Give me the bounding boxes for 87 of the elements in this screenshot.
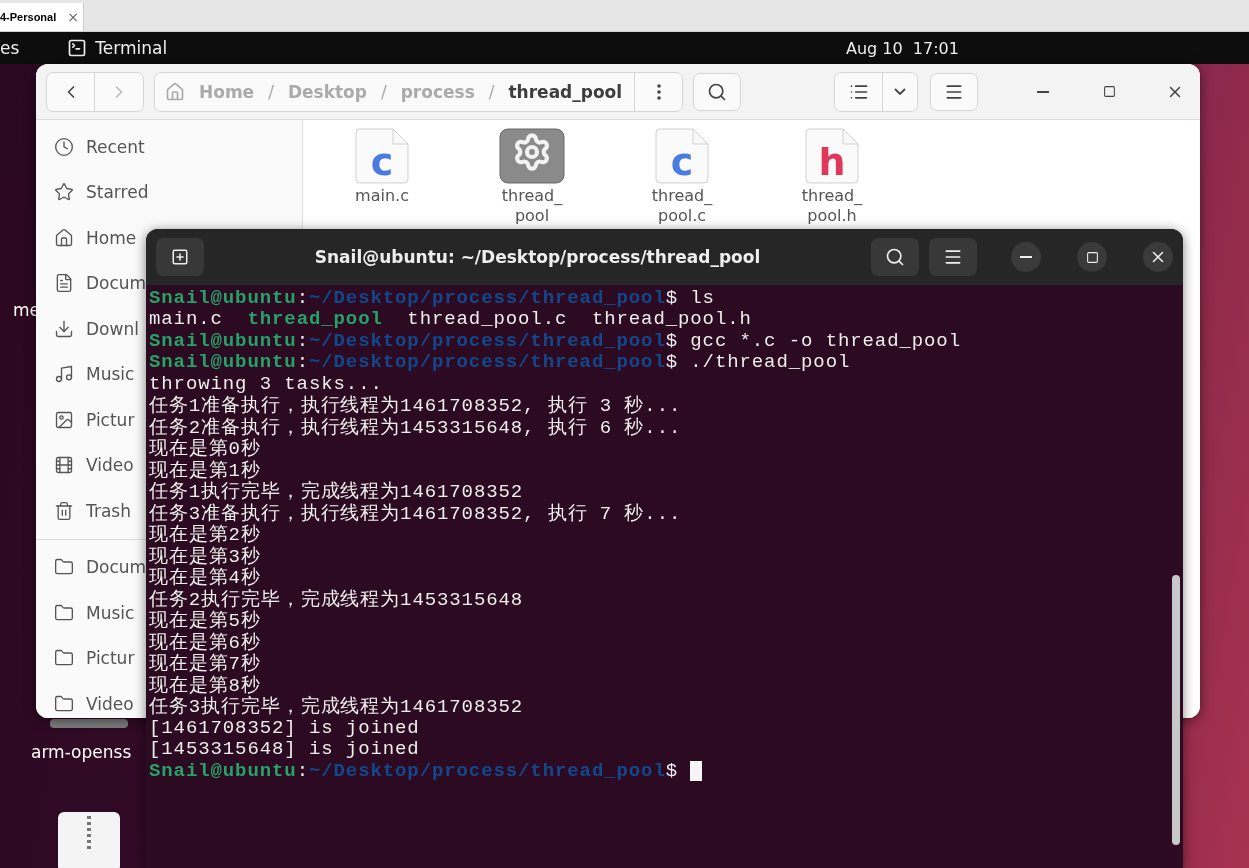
file-name[interactable]: main.c [355,186,409,206]
sidebar-icon [54,136,74,157]
menu-button[interactable] [929,238,977,276]
terminal-line: main.c thread_pool thread_pool.c thread_pool.h [149,308,753,330]
sidebar-icon [54,364,74,385]
sidebar-item[interactable]: Home [86,227,137,248]
terminal-line: 现在是第4秒 [149,566,261,588]
file-name[interactable]: thread_pool.c [650,186,714,226]
sidebar-item[interactable]: Recent [86,136,145,157]
path-separator: / [380,81,387,102]
terminal-line: 任务2执行完毕，完成线程为1453315648 [149,588,525,610]
sidebar-icon [54,318,74,339]
sidebar-item[interactable]: Starred [86,182,149,203]
sidebar-icon [54,273,74,294]
file-name[interactable]: thread_pool.h [800,186,864,226]
terminal-line: throwing 3 tasks... [149,373,384,395]
terminal-line: Snail@ubuntu:~/Desktop/process/thread_pool$ ./thread_pool [149,351,852,373]
terminal-line: Snail@ubuntu:~/Desktop/process/thread_pool$ ls [149,287,716,309]
terminal-line: 任务1执行完毕，完成线程为1461708352 [149,480,525,502]
kebab-icon [656,83,661,100]
path-separator: / [488,81,495,102]
file-name[interactable]: thread_pool [500,186,564,226]
terminal-line: 现在是第0秒 [149,437,262,459]
menu-icon [943,247,963,267]
home-icon [165,81,185,102]
sidebar-item[interactable]: Pictur [86,409,135,430]
sidebar-item[interactable]: Docum [86,557,147,578]
terminal-icon [67,38,88,58]
terminal-line: 现在是第7秒 [149,652,262,674]
activities-button[interactable]: es [0,38,20,58]
sidebar-item[interactable]: Music [86,602,135,623]
sidebar-item[interactable]: Pictur [86,648,135,669]
close-button[interactable] [1143,242,1173,272]
sidebar-item[interactable]: Docum [86,273,147,294]
path-separator: / [268,81,274,102]
minimize-icon [1020,256,1032,258]
terminal-line: 现在是第5秒 [149,609,262,631]
terminal-line: 任务1准备执行，执行线程为1461708352, 执行 3 秒... [149,394,683,416]
terminal-line: 现在是第6秒 [149,631,262,653]
browser-tab[interactable]: 4-Personal × [0,3,84,31]
document-icon: c [355,128,409,184]
scrollbar-thumb[interactable] [1172,575,1180,845]
new-tab-button[interactable] [156,238,204,276]
clock[interactable]: Aug 10 17:01 [846,38,959,58]
desktop-icon-label: arm-openss [31,742,132,762]
terminal-line: [1461708352] is joined [149,717,421,739]
terminal-line: 任务3执行完毕，完成线程为1461708352 [149,695,525,717]
sidebar-icon [54,182,74,203]
tab-label: 4-Personal [0,11,57,23]
caret-icon [894,88,906,95]
sidebar-icon [54,227,74,248]
terminal-line: Snail@ubuntu:~/Desktop/process/thread_pool$ [149,760,1169,782]
maximize-icon [1085,250,1099,264]
terminal-line: 现在是第2秒 [149,523,262,545]
search-icon [707,81,728,102]
document-icon: c [655,128,709,184]
breadcrumb[interactable]: thread_pool [508,81,623,102]
sidebar-item[interactable]: Video [86,693,134,714]
app-menu[interactable]: Terminal [95,38,168,58]
search-icon [885,247,905,267]
maximize-icon [1102,85,1116,98]
minimize-icon [1037,90,1049,93]
search-button[interactable] [693,72,742,111]
maximize-button[interactable] [1077,242,1107,272]
new-tab-icon [171,248,189,266]
window-title: Snail@ubuntu: ~/Desktop/process/thread_pool [313,247,762,267]
document-icon: h [805,128,859,184]
minimize-button[interactable] [1011,242,1041,272]
terminal-line: 现在是第8秒 [149,674,261,696]
terminal-line: 任务2准备执行，执行线程为1453315648, 执行 6 秒... [149,416,683,438]
close-icon[interactable]: × [67,9,79,25]
menu-button[interactable] [930,72,978,111]
sidebar-item[interactable]: Music [86,364,135,385]
sidebar-icon [54,455,74,476]
sidebar-icon [54,500,74,521]
archive-icon[interactable] [58,812,120,868]
terminal-line: 现在是第3秒 [149,545,262,567]
terminal-line: [1453315648] is joined [149,738,421,760]
sidebar-item[interactable]: Trash [86,500,131,521]
sidebar-icon [54,409,74,430]
terminal-line: 任务3准备执行，执行线程为1461708352, 执行 7 秒... [149,502,683,524]
gear-icon [499,128,565,184]
terminal-line: Snail@ubuntu:~/Desktop/process/thread_pool$ gcc *.c -o thread_pool [149,330,962,352]
terminal-line: 现在是第1秒 [149,459,261,481]
sidebar-item[interactable]: Downl [86,318,139,339]
sidebar-item[interactable]: Video [86,455,134,476]
search-button[interactable] [871,238,919,276]
